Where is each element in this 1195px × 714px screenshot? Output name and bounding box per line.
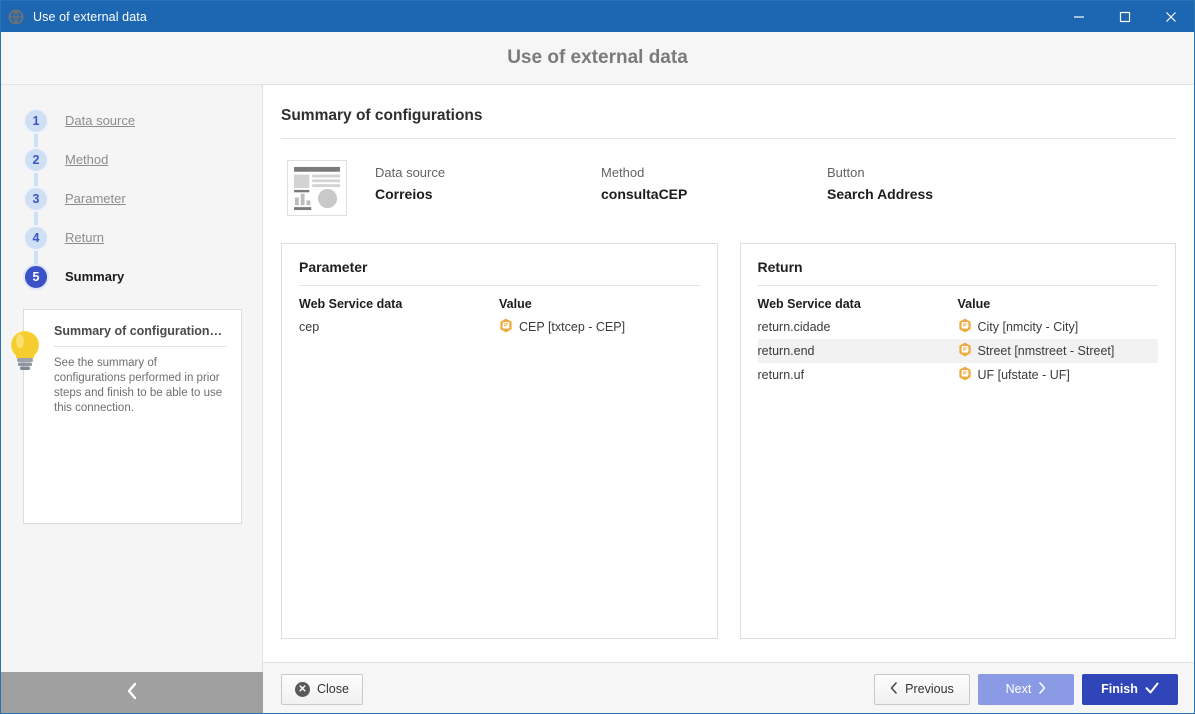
close-button[interactable]: [1148, 1, 1194, 32]
step-label-parameter: Parameter: [65, 191, 126, 206]
overview-value-method: consultaCEP: [601, 186, 688, 202]
globe-icon: [7, 8, 25, 26]
return-panel-title: Return: [757, 259, 1158, 286]
page-title: Use of external data: [507, 47, 688, 68]
sidebar-collapse-button[interactable]: [1, 672, 263, 713]
report-thumbnail-icon: [287, 160, 347, 216]
sidebar-item-method[interactable]: 2 Method: [1, 140, 262, 179]
overview-label-method: Method: [601, 165, 645, 180]
sidebar-item-summary[interactable]: 5 Summary: [1, 257, 262, 296]
parameter-panel-title: Parameter: [299, 259, 700, 286]
table-row[interactable]: return.uf UF [ufstate - UF]: [758, 363, 1159, 387]
maximize-button[interactable]: [1102, 1, 1148, 32]
overview-summary: Data source Correios Method consultaCEP …: [281, 139, 1176, 216]
step-number-1: 1: [23, 107, 49, 134]
cell-web-service-data: cep: [299, 320, 320, 334]
cell-web-service-data: return.end: [757, 339, 958, 363]
step-number-5: 5: [23, 263, 49, 290]
field-hex-icon: [499, 318, 513, 336]
table-row[interactable]: return.end Street [nmstreet - Street]: [757, 339, 1158, 363]
cell-value-text: CEP [txtcep - CEP]: [519, 320, 626, 334]
hint-card: Summary of configurations p... See the s…: [11, 309, 242, 524]
minimize-button[interactable]: [1056, 1, 1102, 32]
cell-value: City [nmcity - City]: [958, 315, 1159, 339]
cell-value: UF [ufstate - UF]: [958, 363, 1159, 387]
overview-field-method: Method consultaCEP: [601, 165, 827, 202]
overview-label-button: Button: [827, 165, 865, 180]
next-button[interactable]: Next: [978, 673, 1074, 705]
wizard-sidebar: 1 Data source 2 Method 3 Parameter 4 Ret…: [1, 85, 263, 713]
return-table: Web Service data Value return.cidade Cit…: [757, 297, 1159, 387]
column-header-value: Value: [499, 297, 532, 311]
hint-text: See the summary of configurations perfor…: [54, 357, 223, 414]
table-header-row: Web Service data Value: [299, 297, 700, 315]
title-bar: Use of external data: [1, 1, 1194, 32]
modal-header: Use of external data: [1, 32, 1194, 85]
field-hex-icon: [958, 318, 972, 336]
detail-panels: Parameter Web Service data Value cep CEP…: [281, 243, 1176, 639]
close-button[interactable]: ✕ Close: [281, 673, 363, 705]
chevron-left-icon: [125, 681, 139, 706]
overview-value-data-source: Correios: [375, 186, 433, 202]
step-label-method: Method: [65, 152, 109, 167]
parameter-table: Web Service data Value cep CEP [txtcep -…: [299, 297, 700, 339]
cell-value-text: UF [ufstate - UF]: [977, 368, 1070, 382]
chevron-left-icon: [890, 681, 898, 697]
column-header-web-service-data: Web Service data: [757, 297, 861, 311]
table-row[interactable]: return.cidade City [nmcity - City]: [758, 315, 1159, 339]
column-header-value: Value: [957, 297, 991, 311]
main-content: Summary of configurations Data source Co…: [263, 85, 1194, 713]
cell-web-service-data: return.uf: [757, 368, 805, 382]
window-title: Use of external data: [33, 9, 147, 24]
overview-field-button: Button Search Address: [827, 165, 1053, 202]
step-number-3: 3: [23, 185, 49, 212]
previous-button-label: Previous: [905, 682, 954, 696]
lightbulb-icon: [4, 327, 46, 373]
step-number-4: 4: [23, 224, 49, 251]
sidebar-item-data-source[interactable]: 1 Data source: [1, 101, 262, 140]
sidebar-item-return[interactable]: 4 Return: [1, 218, 262, 257]
table-header-row: Web Service data Value: [758, 297, 1159, 315]
sidebar-item-parameter[interactable]: 3 Parameter: [1, 179, 262, 218]
overview-label-data-source: Data source: [375, 165, 446, 180]
window-controls: [1056, 1, 1194, 32]
check-icon: [1145, 682, 1159, 697]
hint-title: Summary of configurations p...: [54, 324, 227, 347]
close-circle-icon: ✕: [295, 681, 310, 697]
return-panel: Return Web Service data Value return.cid…: [739, 243, 1176, 639]
overview-field-data-source: Data source Correios: [375, 165, 601, 202]
cell-web-service-data: return.cidade: [757, 320, 831, 334]
close-button-label: Close: [317, 682, 349, 696]
field-hex-icon: [958, 342, 972, 360]
overview-value-button: Search Address: [827, 186, 934, 202]
body: 1 Data source 2 Method 3 Parameter 4 Ret…: [1, 85, 1194, 713]
column-header-web-service-data: Web Service data: [299, 297, 403, 311]
footer-toolbar: ✕ Close Previous Next Finish: [263, 662, 1194, 713]
step-label-return: Return: [65, 230, 105, 245]
finish-button-label: Finish: [1101, 682, 1138, 696]
step-label-data-source: Data source: [65, 113, 136, 128]
chevron-right-icon: [1038, 681, 1046, 697]
cell-value-text: Street [nmstreet - Street]: [977, 344, 1115, 358]
section-title: Summary of configurations: [281, 85, 1176, 139]
parameter-panel: Parameter Web Service data Value cep CEP…: [281, 243, 718, 639]
overview-fields: Data source Correios Method consultaCEP …: [375, 160, 1053, 202]
cell-value: Street [nmstreet - Street]: [957, 339, 1158, 363]
previous-button[interactable]: Previous: [874, 673, 970, 705]
finish-button[interactable]: Finish: [1082, 673, 1178, 705]
table-row[interactable]: cep CEP [txtcep - CEP]: [299, 315, 700, 339]
field-hex-icon: [958, 366, 972, 384]
step-number-2: 2: [23, 146, 49, 173]
step-list: 1 Data source 2 Method 3 Parameter 4 Ret…: [1, 85, 262, 296]
app-window: Use of external data Use of external dat…: [0, 0, 1195, 714]
next-button-label: Next: [1005, 682, 1032, 696]
cell-value: CEP [txtcep - CEP]: [499, 315, 700, 339]
cell-value-text: City [nmcity - City]: [977, 320, 1079, 334]
step-label-summary: Summary: [65, 269, 125, 284]
